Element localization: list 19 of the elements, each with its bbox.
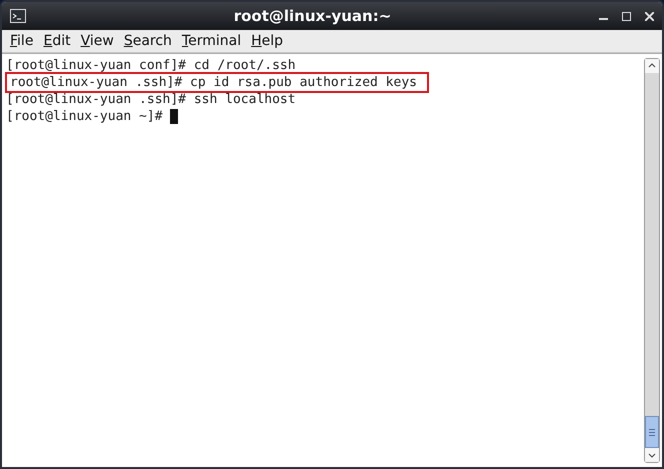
menu-item[interactable]: Search xyxy=(120,33,176,49)
menu-item[interactable]: File xyxy=(6,33,38,49)
terminal-icon xyxy=(10,9,26,23)
menu-item[interactable]: Edit xyxy=(39,33,75,49)
maximize-icon[interactable] xyxy=(622,12,631,20)
menu-item[interactable]: Terminal xyxy=(178,33,246,49)
scroll-thumb[interactable] xyxy=(645,416,659,448)
terminal-line: root@linux-yuan .ssh]# cp id rsa.pub authorized keys xyxy=(7,74,427,91)
grip-icon xyxy=(649,428,655,436)
terminal-line: [root@linux-yuan ~]# xyxy=(6,108,164,125)
terminal-line: [root@linux-yuan .ssh]# ssh localhost xyxy=(6,91,296,108)
menu-item[interactable]: Help xyxy=(247,33,288,49)
close-icon[interactable] xyxy=(645,12,654,20)
menu-item[interactable]: View xyxy=(76,33,118,49)
window-title: root@linux-yuan:~ xyxy=(232,7,392,25)
scroll-down-icon[interactable] xyxy=(645,448,659,462)
scrollbar[interactable] xyxy=(644,58,660,463)
terminal-line: [root@linux-yuan conf]# cd /root/.ssh xyxy=(6,57,296,74)
scroll-up-icon[interactable] xyxy=(645,59,659,73)
